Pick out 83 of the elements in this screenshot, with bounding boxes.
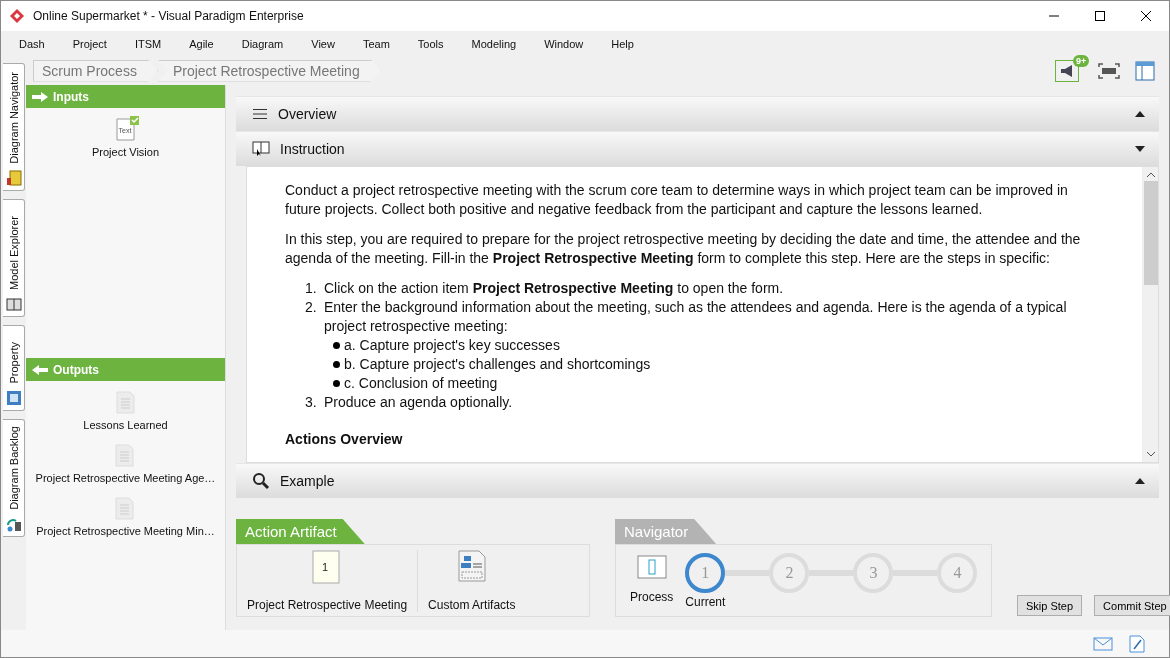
- step-button[interactable]: Commit Step: [1094, 595, 1170, 616]
- outputs-title: Outputs: [53, 362, 99, 377]
- side-tab-label: Model Explorer: [7, 216, 20, 290]
- artifact-label[interactable]: Project Retrospective Meeting Min…: [36, 525, 215, 537]
- artifact-item[interactable]: 1 Project Retrospective Meeting: [237, 549, 419, 612]
- artifact-label[interactable]: Lessons Learned: [83, 419, 168, 431]
- paragraph: Conduct a project retrospective meeting with the scrum core team to determine ways in which project team can be improved in future projects. Collect both positive and negative feedback from the participant and capture the lessons learned.: [285, 181, 1069, 219]
- section-title: Instruction: [280, 141, 346, 157]
- scroll-up-icon[interactable]: [1146, 172, 1155, 178]
- property-icon: [5, 390, 22, 406]
- step-number: 1.: [305, 279, 318, 298]
- step-label: Current: [685, 594, 726, 609]
- edit-document-icon[interactable]: [1129, 634, 1145, 653]
- menu-item[interactable]: Team: [348, 37, 404, 50]
- right-arrow-icon: [32, 91, 48, 102]
- side-tab-label: Property: [7, 342, 20, 384]
- accordion-header[interactable]: Instruction: [236, 131, 1159, 166]
- close-icon: [1141, 11, 1151, 21]
- section-title: Example: [280, 473, 336, 489]
- step-button[interactable]: Skip Step: [1017, 595, 1083, 616]
- side-tab[interactable]: Property: [3, 325, 25, 411]
- step-number: 3.: [305, 393, 318, 412]
- side-tab[interactable]: Model Explorer: [3, 199, 25, 317]
- menu-item[interactable]: Agile: [175, 37, 228, 50]
- search-icon: [252, 472, 270, 490]
- accordion-header[interactable]: Overview: [236, 96, 1159, 131]
- bullet-text: b. Capture project's challenges and shortcomings: [344, 355, 651, 374]
- paragraph: In this step, you are required to prepare for the project retrospective meeting by deciding the date and time, the attendee and the agenda of the meeting. Fill-in the Project Retrospective Meeting form to complete this step. Here are the steps in specific:: [285, 230, 1082, 268]
- bullet-text: c. Conclusion of meeting: [344, 374, 498, 393]
- maximize-icon: [1095, 11, 1105, 21]
- bullet-dot: [333, 342, 340, 349]
- book-icon: [5, 296, 22, 312]
- window-layout-icon: [1135, 60, 1155, 81]
- scroll-down-icon[interactable]: [1146, 451, 1155, 457]
- artifact-label: Project Retrospective Meeting: [247, 597, 408, 612]
- artifact-label: Custom Artifacts: [428, 597, 516, 612]
- section-heading: Actions Overview: [285, 430, 404, 449]
- scrollbar[interactable]: [1142, 167, 1158, 462]
- backlog-icon: [5, 516, 22, 532]
- caret-icon[interactable]: [1135, 111, 1145, 117]
- bullet-text: a. Capture project's key successes: [344, 336, 560, 355]
- bullet-dot: [333, 380, 340, 387]
- app-logo-icon: [9, 8, 25, 24]
- artifact-item[interactable]: Custom Artifacts: [418, 549, 526, 612]
- breadcrumb-item[interactable]: Scrum Process: [33, 59, 158, 82]
- side-tab[interactable]: Diagram Backlog: [3, 419, 25, 537]
- left-arrow-icon: [32, 364, 48, 375]
- step-number: 2.: [305, 298, 318, 317]
- bullet-dot: [333, 361, 340, 368]
- step-text: Produce an agenda optionally.: [324, 393, 513, 412]
- navigator-icon: [5, 170, 22, 186]
- step-text: Enter the background information about the meeting, such as the attendees and agenda. Here is the agenda of a typical project retrospective meeting:: [324, 298, 1068, 336]
- process-label: Process: [630, 589, 674, 604]
- megaphone-icon: [1059, 63, 1075, 78]
- menu-item[interactable]: Window: [530, 37, 598, 50]
- section-title: Overview: [278, 106, 338, 122]
- form-icon: 1: [312, 549, 343, 584]
- menu-item[interactable]: ITSM: [120, 37, 176, 50]
- breadcrumb-item[interactable]: Project Retrospective Meeting: [157, 59, 381, 82]
- step-text: Click on the action item Project Retrospective Meeting to open the form.: [324, 279, 784, 298]
- fit-icon: [1098, 62, 1120, 79]
- side-tab-label: Diagram Navigator: [7, 72, 20, 164]
- side-tab-label: Diagram Backlog: [7, 426, 20, 510]
- menu-item[interactable]: Dash: [5, 37, 59, 50]
- caret-icon[interactable]: [1135, 478, 1145, 484]
- menu-icon: [252, 108, 268, 120]
- accordion-header[interactable]: Example: [236, 463, 1159, 498]
- book-pointer-icon: [252, 141, 270, 157]
- inputs-title: Inputs: [53, 89, 89, 104]
- menu-item[interactable]: Tools: [403, 37, 458, 50]
- menu-item[interactable]: Modeling: [457, 37, 531, 50]
- menu-item[interactable]: Diagram: [227, 37, 298, 50]
- layout-button[interactable]: [1133, 59, 1157, 82]
- caret-icon[interactable]: [1135, 146, 1145, 152]
- menu-item[interactable]: Help: [597, 37, 648, 50]
- artifact-label[interactable]: Project Vision: [91, 146, 160, 158]
- menu-item[interactable]: Project: [58, 37, 121, 50]
- step-connector: [725, 569, 770, 576]
- menu-item[interactable]: View: [297, 37, 349, 50]
- artifact-label[interactable]: Project Retrospective Meeting Age…: [35, 472, 216, 484]
- custom-artifacts-icon: [457, 549, 486, 582]
- window-title: Online Supermarket * - Visual Paradigm Enterprise: [33, 9, 305, 23]
- side-tab[interactable]: Diagram Navigator: [3, 63, 25, 191]
